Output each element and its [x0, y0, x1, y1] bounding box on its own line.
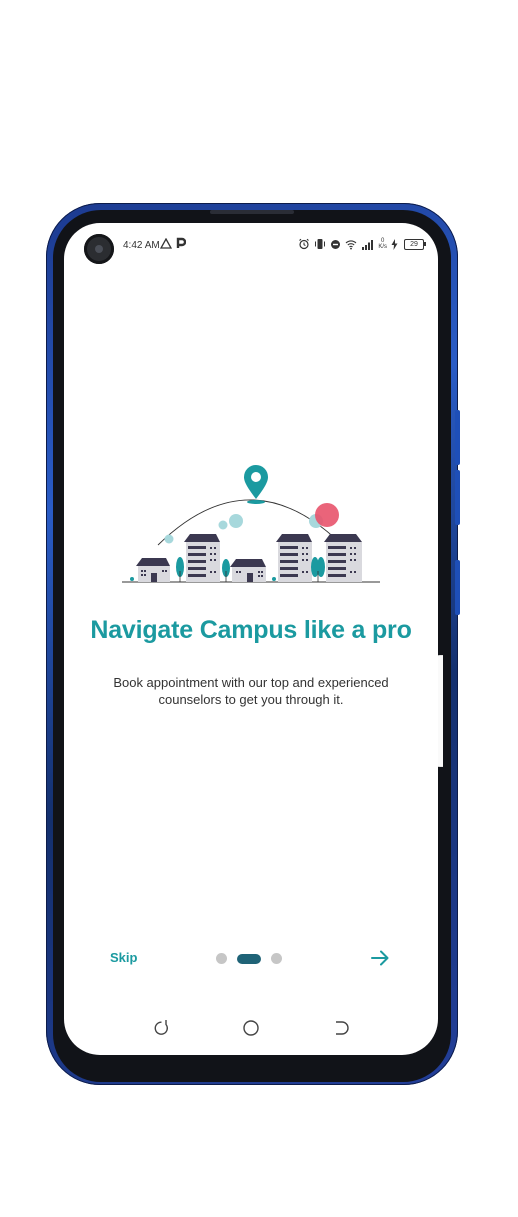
- recents-icon[interactable]: [152, 1018, 172, 1038]
- front-camera: [84, 234, 114, 264]
- p-app-icon: [176, 237, 186, 248]
- status-left-icons: [160, 237, 186, 249]
- wifi-icon: [345, 239, 357, 249]
- onboarding-title: Navigate Campus like a pro: [90, 616, 412, 644]
- earpiece-speaker: [210, 210, 294, 214]
- volume-up-button: [455, 410, 460, 465]
- battery-indicator: 29: [404, 238, 426, 250]
- back-icon[interactable]: [331, 1018, 351, 1038]
- page-indicator: [216, 953, 282, 964]
- charging-icon: [391, 238, 398, 250]
- vibrate-icon: [315, 239, 326, 249]
- page-dot[interactable]: [216, 953, 227, 964]
- system-navigation-bar: [64, 1018, 438, 1042]
- skip-button[interactable]: Skip: [110, 950, 137, 965]
- network-speed: 0 K/s: [378, 238, 387, 250]
- dnd-icon: [331, 239, 341, 249]
- battery-level: 29: [410, 240, 418, 248]
- power-button: [455, 560, 460, 615]
- campus-illustration: [122, 465, 380, 583]
- next-arrow-button[interactable]: [368, 946, 392, 970]
- home-icon[interactable]: [241, 1018, 261, 1038]
- location-pin-icon: [244, 465, 268, 504]
- warning-triangle-icon: [160, 237, 172, 249]
- network-speed-unit: K/s: [378, 244, 387, 250]
- onboarding-subtitle: Book appointment with our top and experi…: [113, 675, 389, 707]
- status-time: 4:42 AM: [123, 240, 160, 251]
- page-dot[interactable]: [271, 953, 282, 964]
- phone-screen: 4:42 AM 0 K/s 29 Navigate Campus like a …: [64, 223, 438, 1055]
- alarm-icon: [299, 238, 310, 250]
- volume-down-button: [455, 470, 460, 525]
- signal-icon: [362, 239, 374, 250]
- status-right-icons: 0 K/s 29: [298, 238, 426, 250]
- page-dot-active[interactable]: [237, 953, 261, 964]
